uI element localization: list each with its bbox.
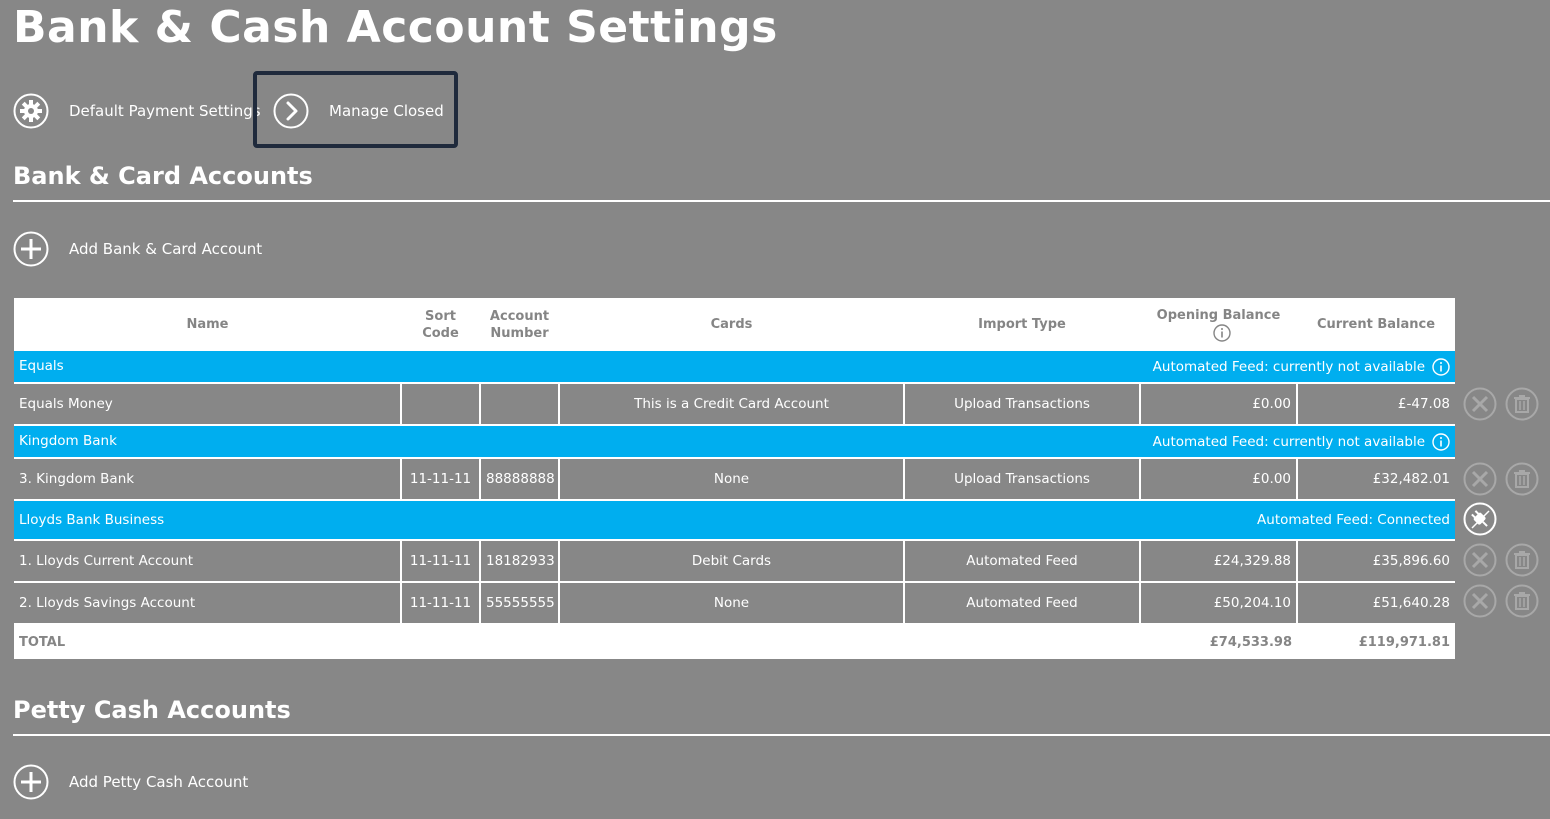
- cell-current-balance: £-47.08: [1297, 383, 1455, 426]
- cell-account-number: 18182933: [480, 540, 560, 583]
- cell-opening-balance: £50,204.10: [1140, 582, 1298, 625]
- chevron-right-icon: [273, 93, 309, 129]
- cell-opening-balance: £0.00: [1140, 383, 1298, 426]
- plus-circle-icon: [13, 231, 49, 267]
- cell-account-number: 55555555: [480, 582, 560, 625]
- cell-sort-code: 11-11-11: [401, 458, 481, 501]
- cell-opening-balance: £0.00: [1140, 458, 1298, 501]
- cell-import-type: Upload Transactions: [904, 383, 1141, 426]
- cell-import-type: Automated Feed: [904, 540, 1141, 583]
- cell-cards: This is a Credit Card Account: [559, 383, 905, 426]
- info-icon[interactable]: [1432, 357, 1450, 376]
- info-icon[interactable]: [1432, 432, 1450, 451]
- col-opening-balance: Opening Balance: [1140, 298, 1297, 351]
- cell-current-balance: £51,640.28: [1297, 582, 1455, 625]
- trash-icon[interactable]: [1505, 543, 1539, 577]
- close-circle-icon[interactable]: [1463, 462, 1497, 496]
- group-name: Equals: [19, 357, 64, 374]
- table-header-row: Name Sort Code Account Number Cards Impo…: [14, 298, 1455, 351]
- col-sort-code: Sort Code: [422, 308, 459, 341]
- cell-cards: None: [559, 458, 905, 501]
- group-name: Kingdom Bank: [19, 432, 117, 449]
- add-bank-account-label: Add Bank & Card Account: [69, 240, 263, 258]
- cell-sort-code: 11-11-11: [401, 582, 481, 625]
- trash-icon[interactable]: [1505, 462, 1539, 496]
- accounts-table: Name Sort Code Account Number Cards Impo…: [14, 298, 1455, 659]
- cell-opening-balance: £24,329.88: [1140, 540, 1298, 583]
- default-payment-settings-button[interactable]: Default Payment Settings: [13, 93, 261, 129]
- group-row-equals[interactable]: Equals Automated Feed: currently not ava…: [14, 351, 1455, 384]
- cell-import-type: Automated Feed: [904, 582, 1141, 625]
- cell-current-balance: £35,896.60: [1297, 540, 1455, 583]
- group-row-lloyds[interactable]: Lloyds Bank Business Automated Feed: Con…: [14, 500, 1455, 541]
- group-name: Lloyds Bank Business: [19, 512, 165, 528]
- page-title: Bank & Cash Account Settings: [13, 2, 778, 53]
- trash-icon[interactable]: [1505, 584, 1539, 618]
- manage-closed-label: Manage Closed: [329, 102, 444, 120]
- total-label: TOTAL: [14, 624, 401, 659]
- cell-sort-code: [401, 383, 481, 426]
- add-petty-cash-label: Add Petty Cash Account: [69, 773, 249, 791]
- feed-status: Automated Feed: currently not available: [1152, 433, 1425, 450]
- col-opening-balance-label: Opening Balance: [1156, 308, 1281, 323]
- cell-name: 3. Kingdom Bank: [14, 458, 402, 501]
- default-payment-settings-label: Default Payment Settings: [69, 102, 261, 120]
- total-current-balance: £119,971.81: [1297, 624, 1455, 659]
- cell-import-type: Upload Transactions: [904, 458, 1141, 501]
- close-circle-icon[interactable]: [1463, 584, 1497, 618]
- close-circle-icon[interactable]: [1463, 387, 1497, 421]
- petty-cash-section-title: Petty Cash Accounts: [13, 696, 291, 724]
- manage-closed-button[interactable]: Manage Closed: [273, 93, 444, 129]
- section-divider: [13, 734, 1550, 736]
- cell-name: 2. Lloyds Savings Account: [14, 582, 402, 625]
- table-row[interactable]: Equals Money This is a Credit Card Accou…: [14, 383, 1455, 426]
- cell-name: 1. Lloyds Current Account: [14, 540, 402, 583]
- cell-sort-code: 11-11-11: [401, 540, 481, 583]
- cell-cards: None: [559, 582, 905, 625]
- section-divider: [13, 200, 1550, 202]
- col-cards: Cards: [710, 317, 753, 332]
- table-row[interactable]: 1. Lloyds Current Account 11-11-11 18182…: [14, 540, 1455, 583]
- col-import-type: Import Type: [978, 317, 1066, 332]
- plus-circle-icon: [13, 764, 49, 800]
- close-circle-icon[interactable]: [1463, 543, 1497, 577]
- add-bank-account-button[interactable]: Add Bank & Card Account: [13, 231, 262, 267]
- trash-icon[interactable]: [1505, 387, 1539, 421]
- bank-section-title: Bank & Card Accounts: [13, 162, 313, 190]
- total-opening-balance: £74,533.98: [1140, 624, 1297, 659]
- col-account-number: Account Number: [489, 308, 550, 341]
- table-row[interactable]: 2. Lloyds Savings Account 11-11-11 55555…: [14, 582, 1455, 625]
- table-row[interactable]: 3. Kingdom Bank 11-11-11 88888888 None U…: [14, 458, 1455, 501]
- col-name: Name: [186, 317, 229, 332]
- cell-name: Equals Money: [14, 383, 402, 426]
- feed-status: Automated Feed: Connected: [1257, 512, 1450, 528]
- cell-account-number: [480, 383, 560, 426]
- plug-icon[interactable]: [1463, 502, 1497, 536]
- feed-status: Automated Feed: currently not available: [1152, 358, 1425, 375]
- gear-icon: [13, 93, 49, 129]
- add-petty-cash-button[interactable]: Add Petty Cash Account: [13, 764, 248, 800]
- col-current-balance: Current Balance: [1316, 317, 1436, 332]
- cell-current-balance: £32,482.01: [1297, 458, 1455, 501]
- group-row-kingdom-bank[interactable]: Kingdom Bank Automated Feed: currently n…: [14, 425, 1455, 459]
- info-icon[interactable]: [1213, 324, 1231, 342]
- cell-cards: Debit Cards: [559, 540, 905, 583]
- total-row: TOTAL £74,533.98 £119,971.81: [14, 624, 1455, 659]
- cell-account-number: 88888888: [480, 458, 560, 501]
